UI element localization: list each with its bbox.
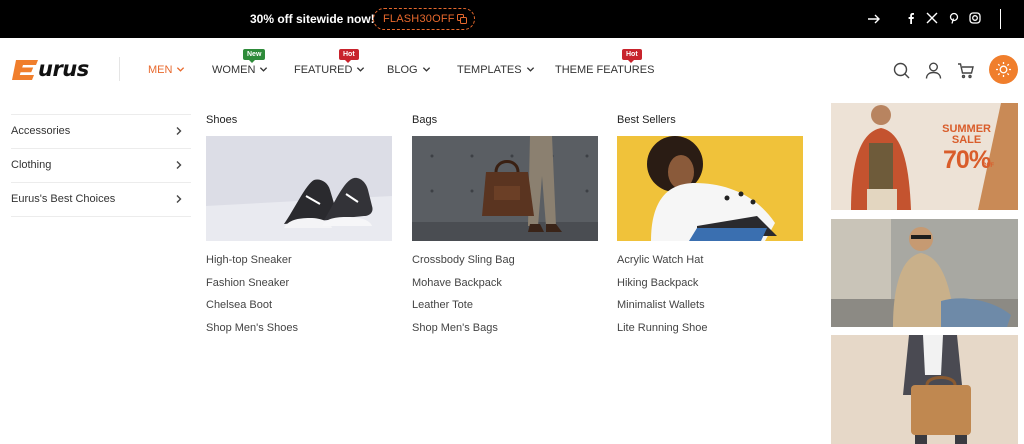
menu-column-bags: Bags Crossbody Sling Bag Mohave Backpack… [412, 114, 598, 339]
hot-badge: Hot [622, 49, 642, 63]
nav-blog[interactable]: BLOG [387, 64, 431, 76]
instagram-icon[interactable] [969, 12, 981, 24]
sun-icon [996, 62, 1011, 77]
menu-link[interactable]: Hiking Backpack [617, 272, 803, 295]
menu-column-shoes: Shoes High-top Sneaker Fashion Sneaker C… [206, 114, 392, 339]
new-badge: New [243, 49, 266, 63]
menu-column-best-sellers: Best Sellers Acrylic Watch Hat Hiking Ba… [617, 114, 803, 339]
nav-templates[interactable]: TEMPLATES [457, 64, 535, 76]
menu-link[interactable]: Fashion Sneaker [206, 272, 392, 295]
promo-percent: 70% [943, 146, 991, 174]
arrow-right-icon[interactable] [866, 11, 882, 27]
cart-icon[interactable] [957, 62, 974, 79]
summer-sale-banner[interactable]: SUMMER SALE 70% OFF [831, 103, 1018, 210]
facebook-icon[interactable] [905, 12, 917, 24]
menu-link[interactable]: Acrylic Watch Hat [617, 249, 803, 272]
chevron-right-icon [176, 195, 182, 203]
promo-image-3[interactable] [831, 335, 1018, 444]
promo-off: OFF [982, 163, 994, 169]
nav-label: THEME FEATURES [555, 64, 655, 76]
nav-theme-features[interactable]: Hot THEME FEATURES [555, 49, 655, 76]
nav-label: BLOG [387, 64, 418, 76]
promo-text: SUMMER SALE 70% OFF [942, 124, 994, 174]
menu-link[interactable]: Lite Running Shoe [617, 317, 803, 340]
chevron-down-icon [357, 67, 365, 72]
sidebar-item-label: Eurus's Best Choices [11, 193, 116, 205]
menu-link[interactable]: Minimalist Wallets [617, 294, 803, 317]
menu-link[interactable]: Shop Men's Shoes [206, 317, 392, 340]
sidebar-item-clothing[interactable]: Clothing [11, 149, 191, 183]
promo-image-2[interactable] [831, 219, 1018, 327]
chevron-right-icon [176, 127, 182, 135]
announcement-message: 30% off sitewide now! [250, 12, 375, 26]
nav-label: FEATURED [294, 64, 353, 76]
chevron-right-icon [176, 161, 182, 169]
chevron-down-icon [422, 67, 430, 72]
sidebar-item-accessories[interactable]: Accessories [11, 115, 191, 149]
theme-toggle-button[interactable] [989, 55, 1018, 84]
chevron-down-icon [526, 67, 534, 72]
site-header: urus MEN New WOMEN Hot FEATURED BLOG TEM… [0, 38, 1024, 100]
coupon-code: FLASH30OFF [383, 13, 455, 25]
coupon-code-button[interactable]: FLASH30OFF [373, 8, 475, 30]
menu-link[interactable]: Chelsea Boot [206, 294, 392, 317]
bags-image[interactable] [412, 136, 598, 241]
sidebar-item-label: Accessories [11, 125, 71, 137]
search-icon[interactable] [893, 62, 910, 79]
sidebar-item-best-choices[interactable]: Eurus's Best Choices [11, 183, 191, 217]
promo-line-2: SALE [951, 134, 982, 146]
column-title[interactable]: Shoes [206, 114, 392, 136]
nav-label: TEMPLATES [457, 64, 522, 76]
copy-icon [457, 14, 467, 24]
menu-link[interactable]: Shop Men's Bags [412, 317, 598, 340]
best-sellers-image[interactable] [617, 136, 803, 241]
announcement-bar: 30% off sitewide now! FLASH30OFF [0, 0, 1024, 38]
chevron-down-icon [260, 67, 268, 72]
menu-link[interactable]: High-top Sneaker [206, 249, 392, 272]
nav-women[interactable]: New WOMEN [212, 49, 268, 76]
shoes-image[interactable] [206, 136, 392, 241]
logo-text: urus [38, 57, 89, 81]
menu-link[interactable]: Leather Tote [412, 294, 598, 317]
divider [1000, 9, 1001, 29]
chevron-down-icon [177, 67, 185, 72]
menu-link[interactable]: Crossbody Sling Bag [412, 249, 598, 272]
x-icon[interactable] [926, 12, 938, 24]
column-title[interactable]: Best Sellers [617, 114, 803, 136]
pinterest-icon[interactable] [948, 12, 960, 24]
mega-menu-sidebar: Accessories Clothing Eurus's Best Choice… [11, 114, 191, 217]
hot-badge: Hot [339, 49, 359, 63]
column-title[interactable]: Bags [412, 114, 598, 136]
user-icon[interactable] [925, 62, 942, 79]
nav-men[interactable]: MEN [148, 64, 185, 76]
sidebar-item-label: Clothing [11, 159, 52, 171]
divider [119, 57, 120, 81]
nav-label: WOMEN [212, 64, 256, 76]
nav-featured[interactable]: Hot FEATURED [294, 49, 365, 76]
menu-link[interactable]: Mohave Backpack [412, 272, 598, 295]
nav-label: MEN [148, 64, 173, 76]
